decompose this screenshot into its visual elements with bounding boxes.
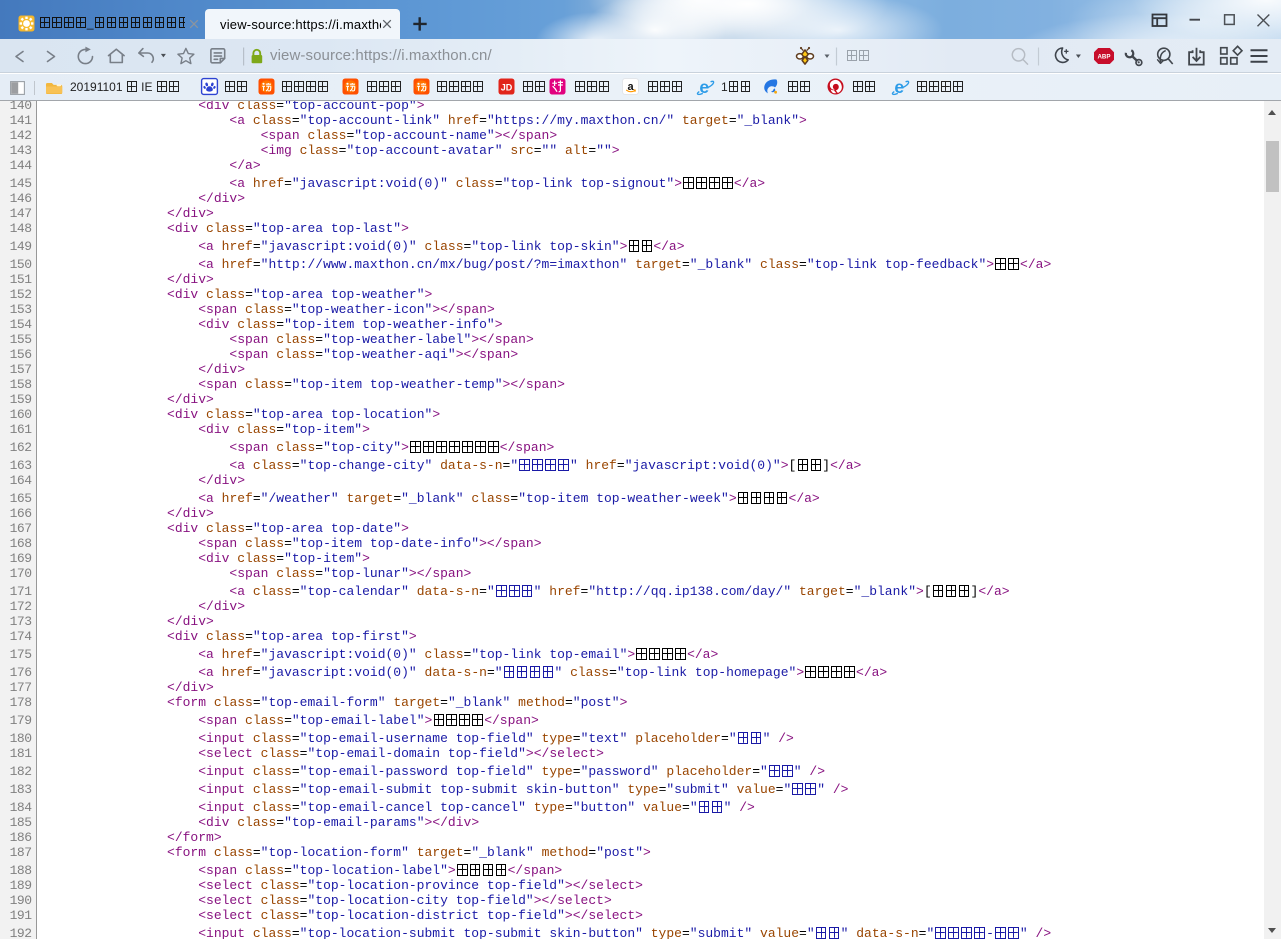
svg-text:JD: JD xyxy=(501,82,513,92)
svg-text:ABP: ABP xyxy=(1097,53,1110,60)
